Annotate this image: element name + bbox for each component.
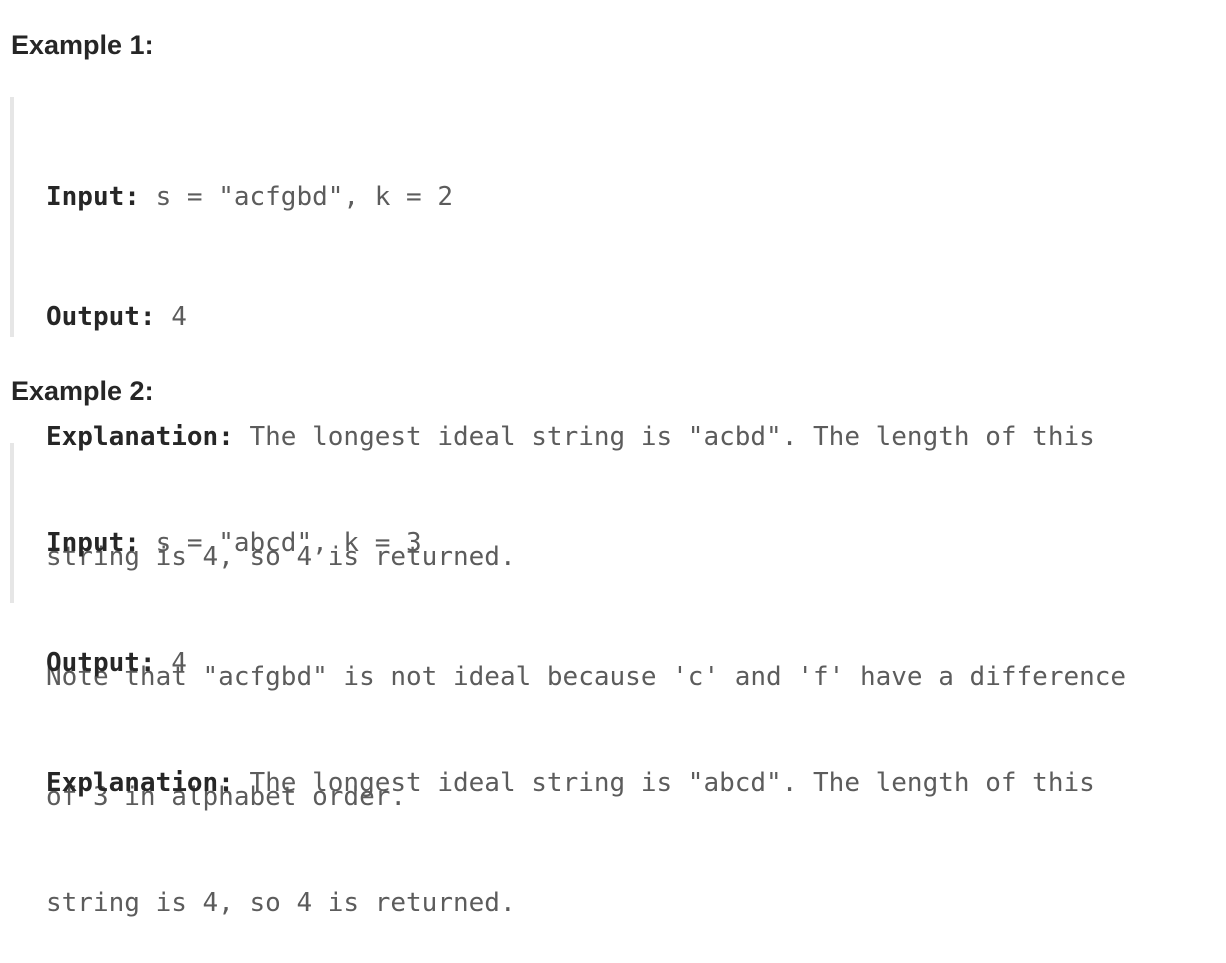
- output-label: Output:: [46, 648, 156, 678]
- example-1-block: Input: s = "acfgbd", k = 2 Output: 4 Exp…: [10, 97, 1126, 812]
- example-2-input-line: Input: s = "abcd", k = 3: [46, 523, 1095, 563]
- example-2-block: Input: s = "abcd", k = 3 Output: 4 Expla…: [10, 443, 1095, 918]
- explanation-label: Explanation:: [46, 768, 234, 798]
- input-label: Input:: [46, 528, 140, 558]
- input-label: Input:: [46, 182, 140, 212]
- output-label: Output:: [46, 302, 156, 332]
- example-1-input-line: Input: s = "acfgbd", k = 2: [46, 177, 1126, 217]
- input-value: s = "abcd", k = 3: [139, 528, 422, 558]
- output-value: 4: [155, 648, 187, 678]
- input-value: s = "acfgbd", k = 2: [139, 182, 453, 212]
- example-1-output-line: Output: 4: [46, 297, 1126, 337]
- example-2-explanation-line: Explanation: The longest ideal string is…: [46, 763, 1095, 803]
- example-2-heading: Example 2:: [11, 376, 154, 406]
- example-2-output-line: Output: 4: [46, 643, 1095, 683]
- explanation-text: The longest ideal string is "abcd". The …: [233, 768, 1095, 798]
- example-1-heading: Example 1:: [11, 30, 154, 60]
- output-value: 4: [155, 302, 187, 332]
- explanation-text-continued: string is 4, so 4 is returned.: [46, 888, 516, 918]
